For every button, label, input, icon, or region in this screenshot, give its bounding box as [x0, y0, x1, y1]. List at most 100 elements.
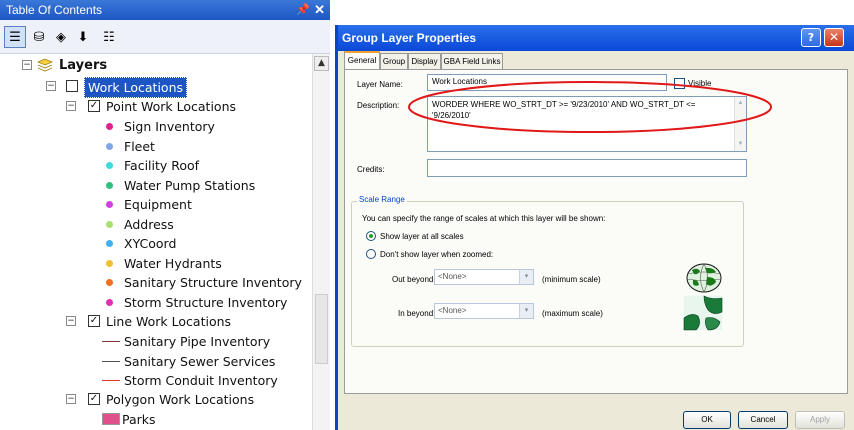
- visibility-checkbox[interactable]: ✓: [88, 315, 100, 327]
- tree-label: Storm Structure Inventory: [124, 294, 288, 310]
- close-icon[interactable]: ✕: [314, 0, 325, 20]
- layer-name-input[interactable]: Work Locations: [427, 74, 667, 91]
- tree-node-line-layer[interactable]: Sanitary Sewer Services: [0, 352, 300, 371]
- credits-input[interactable]: [427, 159, 747, 177]
- dialog-title: Group Layer Properties: [342, 31, 477, 45]
- scale-range-group: Scale Range You can specify the range of…: [351, 195, 744, 347]
- dont-show-zoomed-radio[interactable]: [366, 249, 376, 259]
- globe-icon: [686, 263, 722, 293]
- scale-range-instruction: You can specify the range of scales at w…: [362, 214, 606, 223]
- list-by-source-icon[interactable]: ⛁: [28, 26, 50, 48]
- description-textarea[interactable]: WORDER WHERE WO_STRT_DT >= '9/23/2010' A…: [427, 96, 747, 152]
- tree-node-point-layer[interactable]: Facility Roof: [0, 156, 300, 175]
- toc-scrollbar[interactable]: ▲: [312, 54, 330, 430]
- visibility-checkbox[interactable]: ✓: [88, 393, 100, 405]
- polygon-symbol-icon: [102, 413, 120, 425]
- tree-node-line-layer[interactable]: Sanitary Pipe Inventory: [0, 332, 300, 351]
- in-beyond-value: <None>: [438, 306, 467, 315]
- list-by-drawing-order-icon[interactable]: ☰: [4, 26, 26, 48]
- options-icon[interactable]: ☷: [98, 26, 120, 48]
- toc-title: Table Of Contents: [6, 3, 103, 17]
- tree-node-point-layer[interactable]: Sanitary Structure Inventory: [0, 273, 302, 292]
- show-all-scales-label: Show layer at all scales: [380, 232, 464, 241]
- table-of-contents-pane: Table Of Contents 📌 ✕ ☰ ⛁ ◈ ⬇ ☷ − Layers…: [0, 0, 330, 430]
- point-symbol-icon: [106, 298, 113, 306]
- scroll-thumb[interactable]: [315, 294, 328, 364]
- tree-node-work-locations[interactable]: − Work Locations: [0, 77, 300, 98]
- out-beyond-select[interactable]: <None> ▾: [434, 269, 534, 285]
- tree-node-line-layer[interactable]: Storm Conduit Inventory: [0, 371, 300, 390]
- cancel-button[interactable]: Cancel: [738, 411, 788, 429]
- point-symbol-icon: [106, 181, 113, 189]
- tab-general[interactable]: General: [344, 51, 380, 69]
- layer-tree: − Layers − Work Locations − ✓ Point Work…: [0, 54, 312, 430]
- layers-icon: [37, 58, 53, 72]
- scroll-down-icon[interactable]: ▼: [736, 140, 745, 149]
- in-beyond-select[interactable]: <None> ▾: [434, 303, 534, 319]
- tab-display[interactable]: Display: [408, 53, 441, 69]
- pin-icon[interactable]: 📌: [296, 0, 310, 20]
- point-symbol-icon: [106, 240, 113, 247]
- line-symbol-icon: [102, 380, 120, 381]
- visible-label: Visible: [688, 79, 712, 88]
- tree-node-point-layer[interactable]: XYCoord: [0, 234, 300, 253]
- tree-node-point-layer[interactable]: Water Hydrants: [0, 254, 300, 273]
- tree-label: Parks: [122, 412, 156, 427]
- tree-node-point-layer[interactable]: Equipment: [0, 195, 300, 214]
- in-beyond-label: In beyond:: [398, 309, 436, 318]
- tree-label-line-work-locations: Line Work Locations: [106, 314, 232, 329]
- help-button[interactable]: ?: [801, 28, 821, 47]
- tree-node-point-layer[interactable]: Water Pump Stations: [0, 176, 300, 195]
- tree-node-point-work-locations[interactable]: − ✓ Point Work Locations: [0, 97, 300, 116]
- tree-label: Sanitary Structure Inventory: [124, 275, 302, 290]
- visibility-checkbox[interactable]: [66, 80, 78, 92]
- tree-node-point-layer[interactable]: Storm Structure Inventory: [0, 293, 300, 312]
- collapse-icon[interactable]: −: [46, 81, 56, 91]
- scale-range-legend: Scale Range: [357, 195, 407, 204]
- out-beyond-label: Out beyond:: [392, 275, 436, 284]
- tree-node-point-layer[interactable]: Fleet: [0, 137, 300, 156]
- tab-gba-field-links[interactable]: GBA Field Links: [441, 53, 503, 69]
- out-beyond-value: <None>: [438, 272, 467, 281]
- visibility-checkbox[interactable]: ✓: [88, 100, 100, 112]
- tab-group[interactable]: Group: [380, 53, 408, 69]
- toc-toolbar: ☰ ⛁ ◈ ⬇ ☷: [0, 20, 330, 54]
- list-by-selection-icon[interactable]: ⬇: [72, 26, 94, 48]
- show-all-scales-radio[interactable]: [366, 231, 376, 241]
- dialog-close-button[interactable]: ✕: [824, 28, 844, 47]
- minimum-scale-hint: (minimum scale): [542, 275, 601, 284]
- point-symbol-icon: [106, 279, 113, 286]
- scroll-up-icon[interactable]: ▲: [736, 99, 745, 108]
- collapse-icon[interactable]: −: [66, 394, 76, 404]
- point-symbol-icon: [106, 201, 113, 208]
- ok-button[interactable]: OK: [683, 411, 731, 429]
- point-symbol-icon: [106, 220, 113, 228]
- tree-node-line-work-locations[interactable]: − ✓ Line Work Locations: [0, 312, 300, 331]
- tree-label: Address: [124, 216, 174, 232]
- collapse-icon[interactable]: −: [66, 316, 76, 326]
- tree-label: Facility Roof: [124, 158, 200, 173]
- tree-node-polygon-layer[interactable]: Parks: [0, 410, 300, 429]
- point-symbol-icon: [106, 123, 113, 130]
- tree-label: Water Hydrants: [124, 255, 222, 271]
- description-label: Description:: [357, 101, 400, 110]
- apply-button[interactable]: Apply: [795, 411, 845, 429]
- collapse-icon[interactable]: −: [22, 60, 32, 70]
- description-text: WORDER WHERE WO_STRT_DT >= '9/23/2010' A…: [432, 100, 696, 120]
- chevron-down-icon[interactable]: ▾: [519, 270, 533, 284]
- line-symbol-icon: [102, 341, 120, 342]
- tree-node-polygon-work-locations[interactable]: − ✓ Polygon Work Locations: [0, 390, 300, 409]
- point-symbol-icon: [106, 259, 113, 267]
- visible-checkbox[interactable]: [674, 78, 685, 89]
- tree-node-point-layer[interactable]: Address: [0, 215, 300, 234]
- description-scrollbar[interactable]: ▲ ▼: [734, 97, 746, 151]
- layer-name-label: Layer Name:: [357, 80, 403, 89]
- tree-node-layers[interactable]: − Layers: [0, 56, 300, 75]
- chevron-down-icon[interactable]: ▾: [519, 304, 533, 318]
- list-by-visibility-icon[interactable]: ◈: [50, 26, 72, 48]
- tree-node-point-layer[interactable]: Sign Inventory: [0, 117, 300, 136]
- point-symbol-icon: [106, 142, 113, 150]
- tree-label: Fleet: [124, 138, 155, 154]
- scroll-up-icon[interactable]: ▲: [314, 56, 329, 71]
- collapse-icon[interactable]: −: [66, 101, 76, 111]
